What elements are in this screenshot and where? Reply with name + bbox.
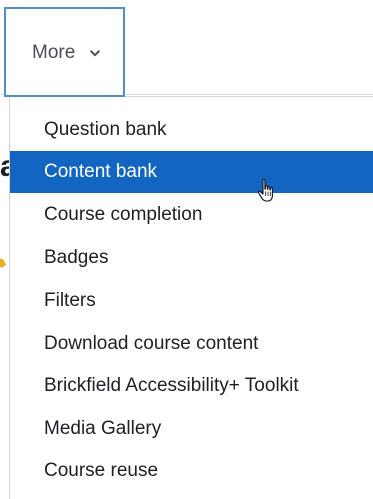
menu-item-content-bank[interactable]: Content bank xyxy=(10,151,373,193)
star-icon-fragment xyxy=(0,258,6,268)
more-menu-button[interactable]: More xyxy=(4,7,125,97)
hand-pointer-cursor-icon xyxy=(257,178,273,202)
menu-item-course-completion[interactable]: Course completion xyxy=(10,194,373,236)
more-dropdown-menu: Question bank Content bank Course comple… xyxy=(9,96,373,499)
menu-item-brickfield-accessibility-toolkit[interactable]: Brickfield Accessibility+ Toolkit xyxy=(10,365,373,407)
menu-item-filters[interactable]: Filters xyxy=(10,280,373,322)
menu-item-download-course-content[interactable]: Download course content xyxy=(10,323,373,365)
background-page-fragment xyxy=(0,254,9,270)
background-page-fragment: a xyxy=(0,150,9,183)
menu-item-question-bank[interactable]: Question bank xyxy=(10,109,373,151)
more-menu-label: More xyxy=(32,42,76,63)
chevron-down-icon xyxy=(90,50,100,57)
menu-item-media-gallery[interactable]: Media Gallery xyxy=(10,408,373,450)
menu-item-course-reuse[interactable]: Course reuse xyxy=(10,450,373,492)
menu-item-badges[interactable]: Badges xyxy=(10,237,373,279)
